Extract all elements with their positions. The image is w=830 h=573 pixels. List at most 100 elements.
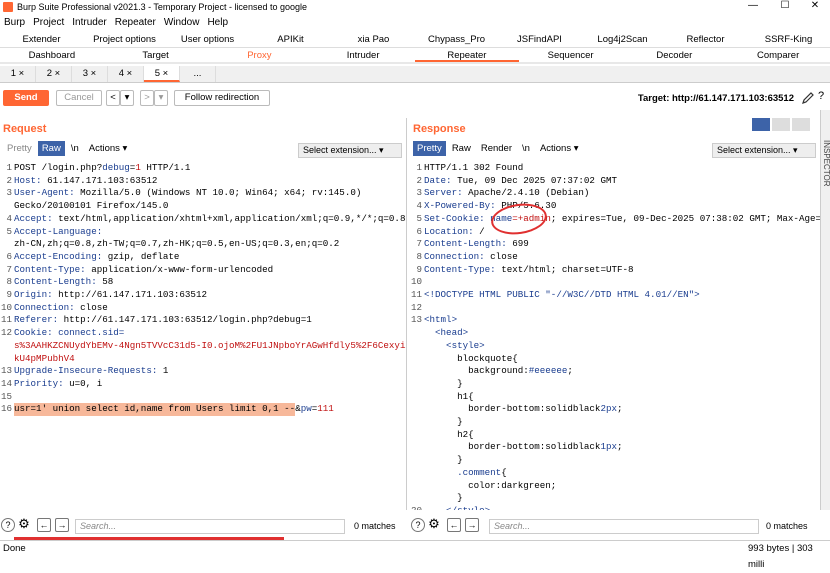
- forward-menu-button[interactable]: ▾: [154, 90, 168, 106]
- line-number: 1: [416, 162, 422, 173]
- tab-ssrf-king[interactable]: SSRF-King: [747, 32, 830, 47]
- follow-redirection-button[interactable]: Follow redirection: [174, 90, 270, 106]
- layout-split-icon[interactable]: [752, 118, 770, 131]
- back-button[interactable]: <: [106, 90, 120, 106]
- line-number: 12: [0, 327, 12, 339]
- close-icon[interactable]: ✕: [800, 0, 830, 11]
- layout-single-icon[interactable]: [792, 118, 810, 131]
- code-token: Accept:: [14, 212, 59, 224]
- response-editor[interactable]: 1 HTTP/1.1 302 Found 2 Date: Tue, 09 Dec 20…: [410, 162, 820, 510]
- title-bar: Burp Suite Professional v2021.3 - Tempor…: [0, 0, 830, 14]
- next-match-icon[interactable]: →: [465, 518, 479, 532]
- response-tab-pretty[interactable]: Pretty: [413, 140, 446, 156]
- code-token: Mozilla/5.0 (Windows NT 10.0; Win64; x64…: [80, 187, 362, 199]
- line-number: 15: [0, 390, 12, 402]
- response-search-bar: ? ⚙ ← → Search... 0 matches: [410, 516, 820, 538]
- request-editor[interactable]: 1 POST /login.php? debug = 1 HTTP/1.1 2 Host: …: [0, 162, 406, 510]
- gear-icon[interactable]: ⚙: [427, 517, 441, 532]
- code-token: Apache/2.4.10 (Debian): [468, 187, 590, 199]
- tool-tabs: Dashboard Target Proxy Intruder Repeater…: [0, 48, 830, 64]
- repeater-tab-more[interactable]: ...: [180, 66, 216, 82]
- menu-project[interactable]: Project: [33, 17, 64, 28]
- repeater-tab-5[interactable]: 5 ×: [144, 66, 180, 82]
- code-line: 6 Accept-Encoding: gzip, deflate: [0, 251, 406, 264]
- minimize-icon[interactable]: —: [738, 0, 768, 11]
- code-line: kU4pMPubhV4: [0, 353, 406, 366]
- menu-window[interactable]: Window: [164, 17, 200, 28]
- repeater-tab-4[interactable]: 4 ×: [108, 66, 144, 82]
- code-token: Server:: [424, 187, 469, 199]
- response-search-input[interactable]: Search...: [489, 519, 759, 534]
- tab-xia-pao[interactable]: xia Pao: [332, 32, 415, 47]
- menu-repeater[interactable]: Repeater: [115, 17, 156, 28]
- back-menu-button[interactable]: ▾: [120, 90, 134, 106]
- tab-chypass-pro[interactable]: Chypass_Pro: [415, 32, 498, 47]
- previous-match-icon[interactable]: ←: [447, 518, 461, 532]
- tab-user-options[interactable]: User options: [166, 32, 249, 47]
- menu-burp[interactable]: Burp: [4, 17, 25, 28]
- tab-apikit[interactable]: APIKit: [249, 32, 332, 47]
- code-token: ;: [567, 365, 573, 377]
- previous-match-icon[interactable]: ←: [37, 518, 51, 532]
- line-number: [410, 365, 422, 378]
- help-icon[interactable]: ?: [1, 518, 15, 532]
- forward-button[interactable]: >: [140, 90, 154, 106]
- maximize-icon[interactable]: ☐: [770, 0, 800, 11]
- tab-comparer[interactable]: Comparer: [726, 48, 830, 62]
- response-tab-raw[interactable]: Raw: [448, 141, 475, 156]
- tab-repeater[interactable]: Repeater: [415, 48, 519, 62]
- tab-decoder[interactable]: Decoder: [623, 48, 727, 62]
- response-tab-newline[interactable]: \n: [518, 141, 534, 156]
- line-number: [410, 416, 422, 429]
- send-button[interactable]: Send: [3, 90, 49, 106]
- tab-intruder[interactable]: Intruder: [311, 48, 415, 62]
- code-line: 11 <!DOCTYPE HTML PUBLIC "-//W3C//DTD HTM…: [410, 289, 820, 302]
- line-number: 10: [410, 276, 422, 288]
- cancel-button[interactable]: Cancel: [56, 90, 102, 106]
- tab-target[interactable]: Target: [104, 48, 208, 62]
- tab-log4j2scan[interactable]: Log4j2Scan: [581, 32, 664, 47]
- repeater-tab-1[interactable]: 1 ×: [0, 66, 36, 82]
- response-actions-menu[interactable]: Actions ▾: [536, 141, 583, 156]
- repeater-tab-3[interactable]: 3 ×: [72, 66, 108, 82]
- request-tab-pretty[interactable]: Pretty: [3, 141, 36, 156]
- request-tab-newline[interactable]: \n: [67, 141, 83, 156]
- code-line: 20 </style>: [410, 505, 820, 510]
- next-match-icon[interactable]: →: [55, 518, 69, 532]
- inspector-sidebar[interactable]: INSPECTOR: [820, 110, 830, 510]
- status-bar: Done 993 bytes | 303 milli: [0, 540, 830, 570]
- tab-sequencer[interactable]: Sequencer: [519, 48, 623, 62]
- code-token: http://61.147.171.103:63512: [58, 289, 207, 301]
- request-extension-select[interactable]: Select extension... ▾: [298, 143, 402, 158]
- tab-dashboard[interactable]: Dashboard: [0, 48, 104, 62]
- code-line: 7 Content-Type: application/x-www-form-ur…: [0, 264, 406, 277]
- line-number: 8: [6, 276, 12, 288]
- menu-intruder[interactable]: Intruder: [72, 17, 106, 28]
- line-number: [410, 340, 422, 353]
- line-number: 2: [6, 174, 12, 186]
- request-search-input[interactable]: Search...: [75, 519, 345, 534]
- help-icon[interactable]: ?: [818, 90, 824, 102]
- tab-project-options[interactable]: Project options: [83, 32, 166, 47]
- tab-reflector[interactable]: Reflector: [664, 32, 747, 47]
- tab-proxy[interactable]: Proxy: [208, 48, 312, 62]
- line-number: 6: [6, 250, 12, 262]
- request-actions-menu[interactable]: Actions ▾: [85, 141, 132, 156]
- edit-target-icon[interactable]: [801, 91, 815, 105]
- request-tab-raw[interactable]: Raw: [37, 140, 65, 156]
- gear-icon[interactable]: ⚙: [17, 517, 31, 532]
- code-line: 1 HTTP/1.1 302 Found: [410, 162, 820, 175]
- layout-horizontal-icon[interactable]: [772, 118, 790, 131]
- response-tab-render[interactable]: Render: [477, 141, 516, 156]
- code-token: User-Agent:: [14, 187, 81, 199]
- help-icon[interactable]: ?: [411, 518, 425, 532]
- menu-help[interactable]: Help: [207, 17, 228, 28]
- repeater-tab-2[interactable]: 2 ×: [36, 66, 72, 82]
- code-token: h1{: [424, 390, 474, 402]
- tab-extender[interactable]: Extender: [0, 32, 83, 47]
- response-extension-select[interactable]: Select extension... ▾: [712, 143, 816, 158]
- code-token: }: [424, 377, 463, 389]
- tab-jsfindapi[interactable]: JSFindAPI: [498, 32, 581, 47]
- line-number: [410, 403, 422, 416]
- code-line: border-bottom:solidblack 2px;: [410, 403, 820, 416]
